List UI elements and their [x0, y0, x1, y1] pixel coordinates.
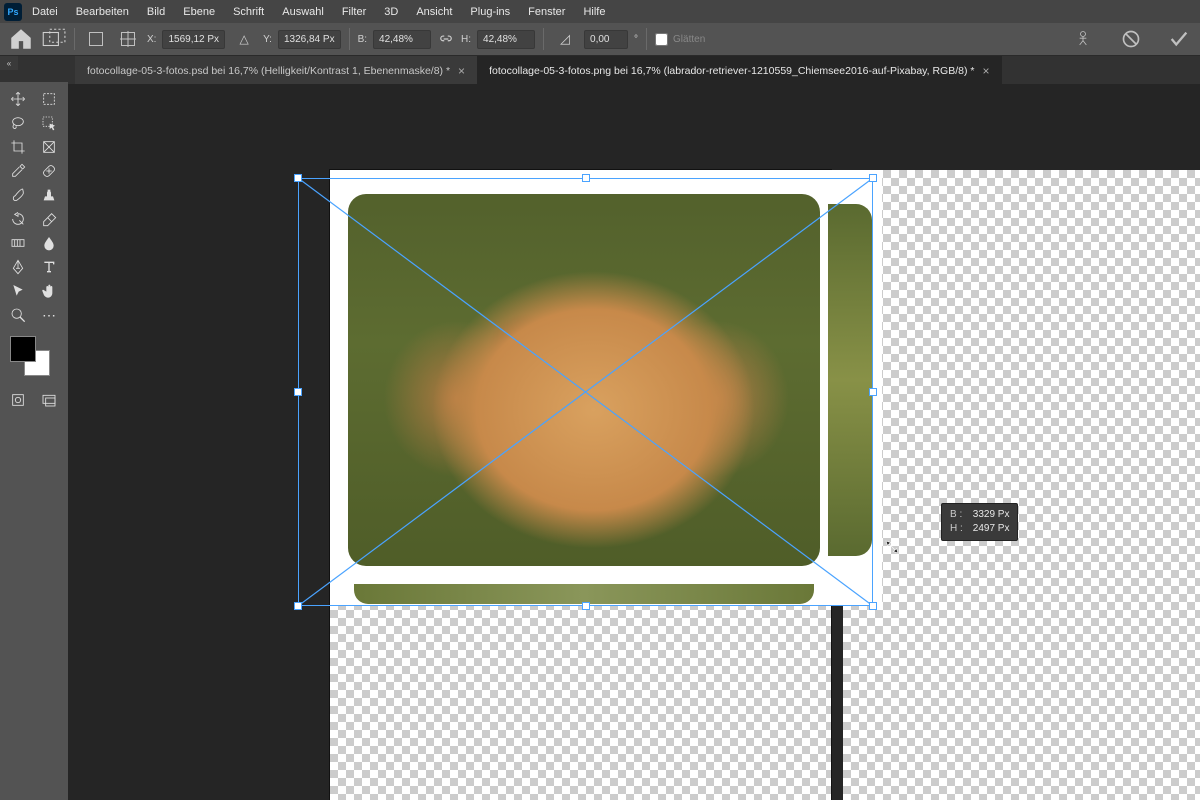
tab-title: fotocollage-05-3-fotos.png bei 16,7% (la… [489, 65, 974, 77]
menu-edit[interactable]: Bearbeiten [68, 3, 137, 21]
tab-title: fotocollage-05-3-fotos.psd bei 16,7% (He… [87, 65, 450, 77]
h-field[interactable]: 42,48% [477, 30, 535, 49]
menu-filter[interactable]: Filter [334, 3, 374, 21]
reference-point-toggle[interactable] [83, 27, 109, 51]
hand-tool-icon[interactable] [35, 280, 63, 302]
delta-icon[interactable]: △ [231, 27, 257, 51]
link-aspect-icon[interactable] [437, 30, 455, 48]
options-bar: X: 1569,12 Px △ Y: 1326,84 Px B: 42,48% … [0, 23, 1200, 56]
history-brush-tool-icon[interactable] [4, 208, 32, 230]
separator [349, 28, 350, 50]
eraser-tool-icon[interactable] [35, 208, 63, 230]
close-icon[interactable]: × [982, 64, 989, 78]
separator [74, 28, 75, 50]
app-logo: Ps [4, 3, 22, 21]
angle-icon: ◿ [552, 27, 578, 51]
canvas-area[interactable]: B : 3329 Px H : 2497 Px [68, 84, 1200, 800]
menu-select[interactable]: Auswahl [274, 3, 332, 21]
placed-image[interactable] [348, 194, 820, 566]
panel-reveal-chevrons-icon[interactable]: « [0, 56, 18, 70]
menu-help[interactable]: Hilfe [575, 3, 613, 21]
commit-transform-icon[interactable] [1166, 26, 1192, 52]
y-label: Y: [263, 34, 272, 45]
edit-toolbar-icon[interactable]: ⋯ [35, 304, 63, 326]
document-tab-2[interactable]: fotocollage-05-3-fotos.png bei 16,7% (la… [477, 56, 1001, 84]
color-swatches[interactable] [10, 336, 50, 376]
adjacent-frame-right [828, 204, 872, 556]
artboard-right [843, 170, 1200, 800]
lasso-tool-icon[interactable] [4, 112, 32, 134]
smoothing-checkbox[interactable]: Glätten [655, 33, 705, 46]
zoom-tool-icon[interactable] [4, 304, 32, 326]
document-tab-bar: fotocollage-05-3-fotos.psd bei 16,7% (He… [0, 56, 1200, 84]
menu-image[interactable]: Bild [139, 3, 173, 21]
transform-handle-l[interactable] [294, 388, 302, 396]
close-icon[interactable]: × [458, 64, 465, 78]
transform-size-tooltip: B : 3329 Px H : 2497 Px [941, 503, 1018, 541]
menu-layer[interactable]: Ebene [175, 3, 223, 21]
menu-window[interactable]: Fenster [520, 3, 573, 21]
image-content-dog [348, 194, 820, 566]
puppet-warp-icon[interactable] [1070, 26, 1096, 52]
cancel-transform-icon[interactable] [1118, 26, 1144, 52]
crop-tool-icon[interactable] [4, 136, 32, 158]
h-label: H: [461, 34, 471, 45]
path-select-tool-icon[interactable] [4, 280, 32, 302]
w-label: B: [358, 34, 367, 45]
resize-cursor-icon [883, 538, 901, 556]
x-label: X: [147, 34, 156, 45]
eyedropper-tool-icon[interactable] [4, 160, 32, 182]
healing-tool-icon[interactable] [35, 160, 63, 182]
pen-tool-icon[interactable] [4, 256, 32, 278]
home-icon[interactable] [8, 27, 34, 51]
transform-handle-bl[interactable] [294, 602, 302, 610]
foreground-color-swatch[interactable] [10, 336, 36, 362]
angle-unit: ° [634, 34, 638, 45]
document-tab-1[interactable]: fotocollage-05-3-fotos.psd bei 16,7% (He… [75, 56, 477, 84]
screen-mode-icon[interactable] [35, 390, 63, 410]
blur-tool-icon[interactable] [35, 232, 63, 254]
frame-tool-icon[interactable] [35, 136, 63, 158]
tip-h-label: H : [950, 522, 970, 536]
type-tool-icon[interactable] [35, 256, 63, 278]
menu-bar: Ps Datei Bearbeiten Bild Ebene Schrift A… [0, 0, 1200, 23]
menu-file[interactable]: Datei [24, 3, 66, 21]
menu-plugins[interactable]: Plug-ins [462, 3, 518, 21]
clone-stamp-tool-icon[interactable] [35, 184, 63, 206]
w-field[interactable]: 42,48% [373, 30, 431, 49]
adjacent-frame-bottom [354, 584, 814, 604]
separator [543, 28, 544, 50]
transform-handle-tl[interactable] [294, 174, 302, 182]
tip-w-value: 3329 Px [973, 509, 1010, 520]
separator [646, 28, 647, 50]
smoothing-label: Glätten [673, 34, 705, 45]
reference-point-grid-icon[interactable] [115, 27, 141, 51]
tip-h-value: 2497 Px [973, 523, 1010, 534]
x-field[interactable]: 1569,12 Px [162, 30, 225, 49]
y-field[interactable]: 1326,84 Px [278, 30, 341, 49]
menu-3d[interactable]: 3D [376, 3, 406, 21]
angle-field[interactable]: 0,00 [584, 30, 628, 49]
object-select-tool-icon[interactable] [35, 112, 63, 134]
transform-preset-icon[interactable] [40, 27, 66, 51]
marquee-tool-icon[interactable] [35, 88, 63, 110]
brush-tool-icon[interactable] [4, 184, 32, 206]
gradient-tool-icon[interactable] [4, 232, 32, 254]
quick-mask-icon[interactable] [4, 390, 32, 410]
tool-dock: ⋯ [0, 82, 68, 800]
menu-view[interactable]: Ansicht [408, 3, 460, 21]
tip-w-label: B : [950, 508, 970, 522]
move-tool-icon[interactable] [4, 88, 32, 110]
menu-type[interactable]: Schrift [225, 3, 272, 21]
